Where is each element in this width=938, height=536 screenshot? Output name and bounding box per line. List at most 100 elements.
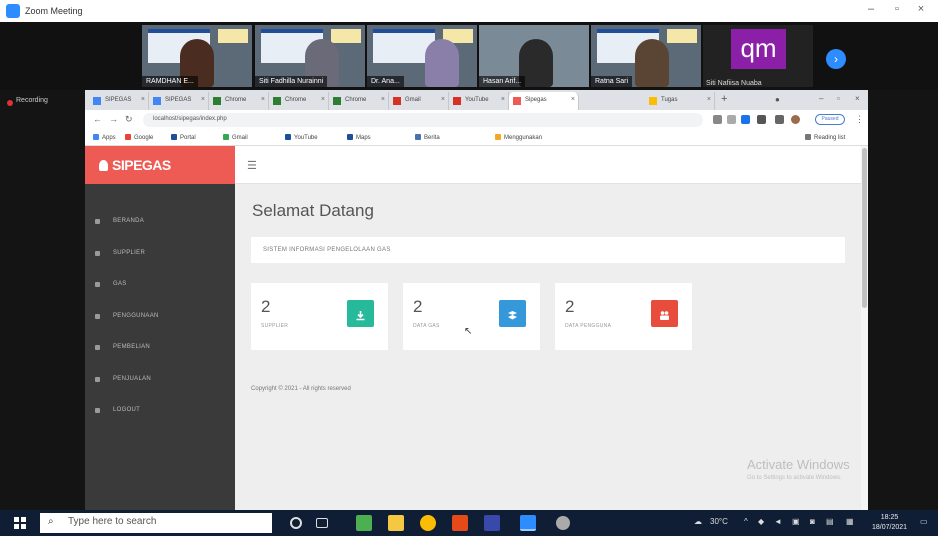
window-minimize-icon[interactable]: –	[819, 94, 823, 103]
stat-card-supplier[interactable]: 2 SUPPLIER	[251, 283, 388, 350]
weather-icon[interactable]: ☁	[694, 517, 702, 526]
participant-tile[interactable]: Siti Fadhilla Nurainni	[255, 25, 365, 87]
minimize-button[interactable]: –	[862, 3, 880, 15]
keyboard-icon[interactable]: ▦	[846, 517, 854, 526]
close-tab-icon[interactable]: ×	[571, 96, 575, 103]
bookmark-item[interactable]: Apps	[93, 134, 116, 141]
hamburger-menu-icon[interactable]: ☰	[247, 159, 257, 172]
tray-icon[interactable]: ▣	[792, 517, 800, 526]
app-icon[interactable]	[484, 515, 500, 531]
participant-tile[interactable]: RAMDHAN E...	[142, 25, 252, 87]
top-header: ☰	[235, 146, 861, 184]
window-maximize-icon[interactable]: ▫	[837, 94, 840, 103]
participant-tile[interactable]: Ratna Sari	[591, 25, 701, 87]
close-tab-icon[interactable]: ×	[381, 96, 385, 103]
bookmark-item[interactable]: Gmail	[223, 134, 248, 141]
participant-tile[interactable]: Hasan Arif...	[479, 25, 589, 87]
sidebar-item-gas[interactable]: GAS	[85, 269, 235, 301]
page-scrollbar[interactable]	[861, 146, 868, 510]
close-tab-icon[interactable]: ×	[501, 96, 505, 103]
scrollbar-thumb[interactable]	[862, 148, 867, 308]
extension-icon[interactable]	[713, 115, 722, 124]
window-close-icon[interactable]: ×	[855, 94, 860, 103]
bookmark-item[interactable]: Menggunakan	[495, 134, 542, 141]
chrome-icon[interactable]	[420, 515, 436, 531]
stat-card-data-gas[interactable]: 2 DATA GAS	[403, 283, 540, 350]
browser-tab[interactable]: Chrome ×	[209, 92, 269, 110]
menu-dots-icon[interactable]: ⋮	[855, 114, 864, 125]
browser-tab[interactable]: Tugas ×	[645, 92, 715, 110]
mouse-cursor-icon: ↖	[464, 326, 473, 337]
browser-tab[interactable]: Chrome ×	[329, 92, 389, 110]
close-tab-icon[interactable]: ×	[441, 96, 445, 103]
tab-search-icon[interactable]: ●	[775, 95, 780, 104]
app-icon[interactable]	[356, 515, 372, 531]
bookmark-item[interactable]: Berita	[415, 134, 440, 141]
browser-tab[interactable]: SIPEGAS ×	[149, 92, 209, 110]
logout-icon	[95, 408, 100, 413]
active-browser-tab[interactable]: Sipegas ×	[509, 92, 579, 110]
tab-favicon-icon	[649, 97, 657, 105]
app-icon[interactable]	[452, 515, 468, 531]
windows-start-icon[interactable]	[14, 517, 26, 529]
footer-copyright: Copyright © 2021 - All rights reserved	[251, 386, 351, 392]
extension-icon[interactable]	[757, 115, 766, 124]
volume-icon[interactable]: ◄	[774, 517, 782, 526]
notification-icon[interactable]: ▭	[920, 517, 928, 526]
close-tab-icon[interactable]: ×	[201, 96, 205, 103]
sidebar-item-supplier[interactable]: SUPPLIER	[85, 238, 235, 270]
app-icon[interactable]	[556, 516, 570, 530]
browser-tab[interactable]: Chrome ×	[269, 92, 329, 110]
users-icon	[651, 300, 678, 327]
tray-icon[interactable]: ▤	[826, 517, 834, 526]
url-input[interactable]: localhost/sipegas/index.php	[143, 113, 703, 127]
participant-tile[interactable]: qm Siti Nafiisa Nuaba	[703, 25, 813, 87]
sidebar-item-penggunaan[interactable]: PENGGUNAAN	[85, 301, 235, 333]
bookmark-item[interactable]: YouTube	[285, 134, 318, 141]
sidebar-item-beranda[interactable]: BERANDA	[85, 206, 235, 238]
bookmark-item[interactable]: Google	[125, 134, 153, 141]
puzzle-icon[interactable]	[775, 115, 784, 124]
profile-button[interactable]: Paused	[815, 114, 845, 125]
cart-icon	[95, 345, 100, 350]
forward-arrow-icon[interactable]: →	[109, 114, 118, 124]
stat-card-data-pengguna[interactable]: 2 DATA PENGGUNA	[555, 283, 692, 350]
tray-icon[interactable]: ◙	[810, 517, 815, 526]
next-page-button[interactable]: ›	[826, 49, 846, 69]
extension-icon[interactable]	[741, 115, 750, 124]
close-tab-icon[interactable]: ×	[707, 96, 711, 103]
close-button[interactable]: ×	[912, 3, 930, 15]
back-arrow-icon[interactable]: ←	[93, 114, 102, 124]
bookmark-item[interactable]: Portal	[171, 134, 196, 141]
reading-list[interactable]: Reading list	[805, 134, 845, 141]
star-icon[interactable]	[727, 115, 736, 124]
close-tab-icon[interactable]: ×	[261, 96, 265, 103]
cortana-icon[interactable]	[290, 517, 302, 529]
participant-name: Ratna Sari	[591, 76, 633, 87]
taskbar-search-input[interactable]: ⌕ Type here to search	[40, 513, 272, 533]
maximize-button[interactable]: ▫	[888, 3, 906, 15]
sidebar-item-logout[interactable]: LOGOUT	[85, 395, 235, 427]
tray-chevron-icon[interactable]: ^	[744, 517, 748, 526]
browser-tab[interactable]: YouTube ×	[449, 92, 509, 110]
sidebar-item-pembelian[interactable]: PEMBELIAN	[85, 332, 235, 364]
sidebar-item-penjualan[interactable]: PENJUALAN	[85, 364, 235, 396]
network-icon[interactable]: ◆	[758, 517, 764, 526]
task-view-icon[interactable]	[316, 518, 328, 528]
profile-avatar[interactable]	[791, 115, 800, 124]
close-tab-icon[interactable]: ×	[141, 96, 145, 103]
close-tab-icon[interactable]: ×	[321, 96, 325, 103]
brand-logo[interactable]: SIPEGAS	[85, 146, 235, 184]
zoom-taskbar-icon[interactable]	[520, 515, 536, 531]
tab-label: Chrome	[285, 97, 307, 103]
browser-tab[interactable]: Gmail ×	[389, 92, 449, 110]
browser-tab[interactable]: SIPEGAS ×	[89, 92, 149, 110]
bookmark-item[interactable]: Maps	[347, 134, 371, 141]
new-tab-button[interactable]: +	[721, 93, 727, 105]
file-explorer-icon[interactable]	[388, 515, 404, 531]
zoom-logo-icon	[6, 4, 20, 18]
reload-icon[interactable]: ↻	[125, 114, 133, 125]
system-clock[interactable]: 18:25 18/07/2021	[872, 513, 907, 533]
participant-tile[interactable]: Dr. Ana...	[367, 25, 477, 87]
avatar: qm	[731, 29, 786, 69]
